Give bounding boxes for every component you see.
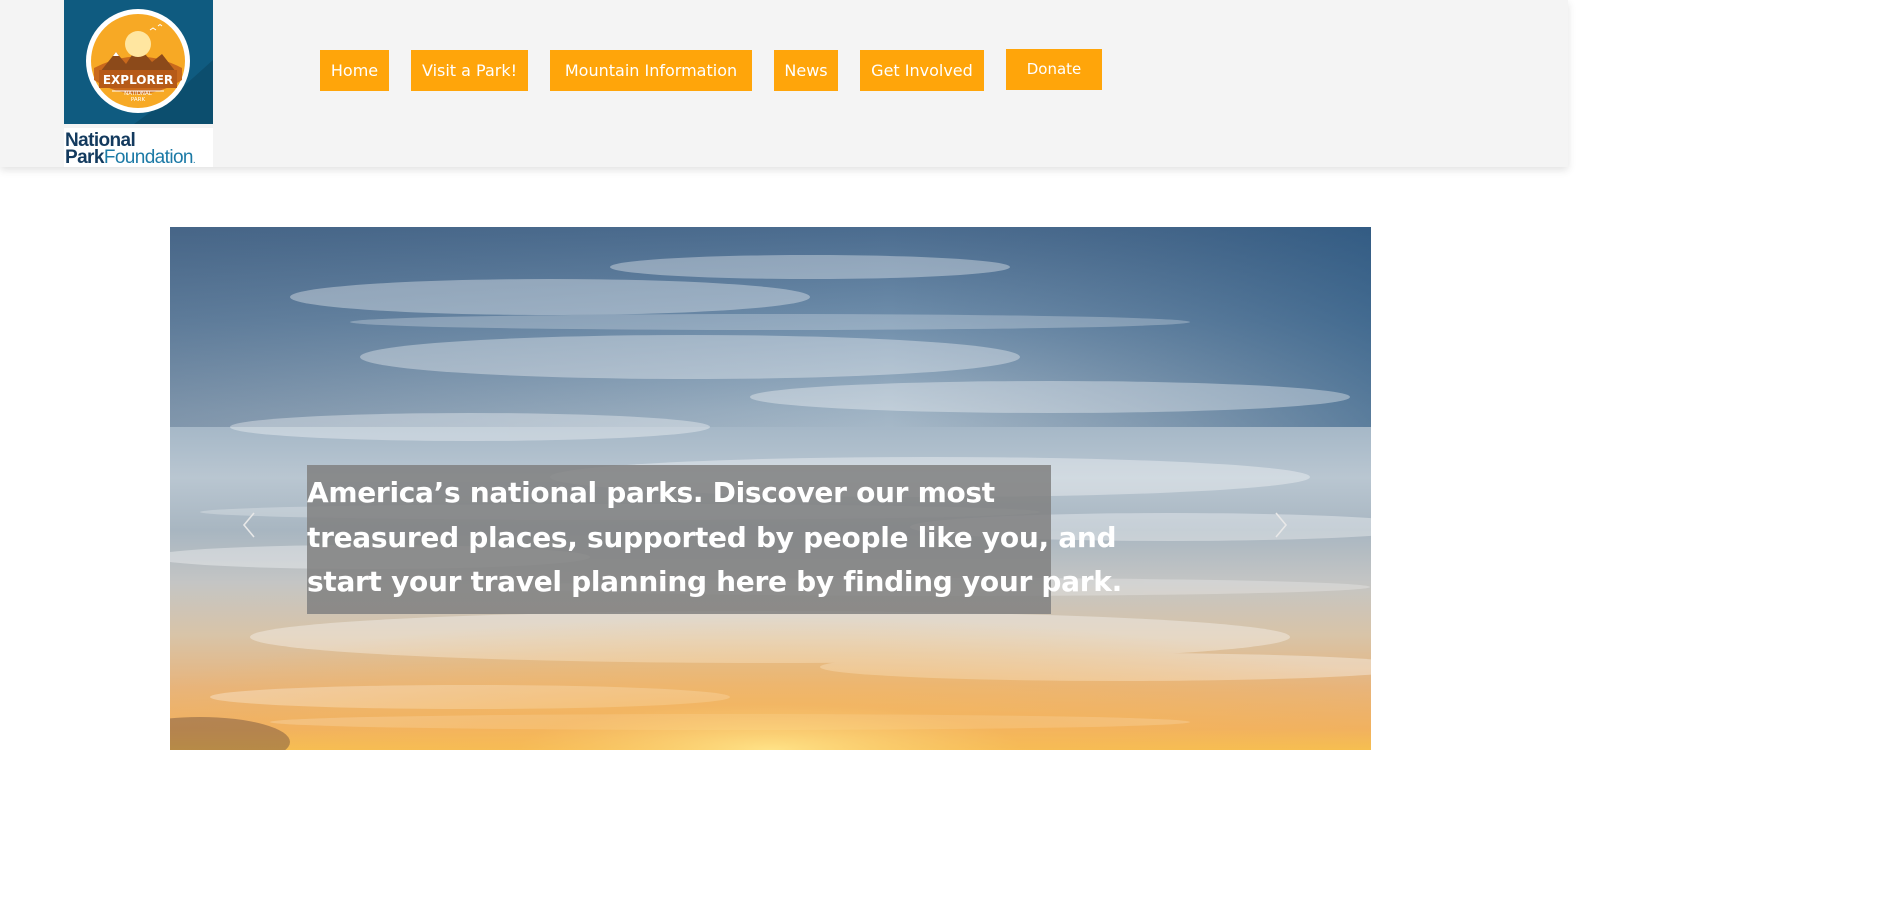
carousel-prev-button[interactable] bbox=[238, 510, 262, 540]
site-header: EXPLORER NATIONAL PARK National ParkFoun… bbox=[0, 0, 1568, 167]
chevron-right-icon bbox=[1275, 512, 1288, 538]
caption-line-1: America’s national parks. Discover our m… bbox=[307, 476, 995, 509]
hero-caption: America’s national parks. Discover our m… bbox=[307, 465, 1122, 614]
wordmark-park: Park bbox=[65, 147, 104, 168]
explorer-badge: EXPLORER NATIONAL PARK bbox=[64, 0, 213, 124]
wordmark-foundation: Foundation bbox=[103, 147, 194, 168]
caption-line-2: treasured places, supported by people li… bbox=[307, 520, 1117, 554]
hero-slideshow: America’s national parks. Discover our m… bbox=[170, 227, 1371, 750]
carousel-next-button[interactable] bbox=[1268, 510, 1292, 540]
badge-title: EXPLORER bbox=[103, 73, 173, 87]
wordmark-dot: . bbox=[192, 155, 196, 166]
logo[interactable]: EXPLORER NATIONAL PARK National ParkFoun… bbox=[64, 0, 213, 167]
nav-get-involved[interactable]: Get Involved bbox=[860, 50, 984, 91]
nav-visit-a-park[interactable]: Visit a Park! bbox=[411, 50, 528, 91]
wordmark-line-2: ParkFoundation. bbox=[65, 147, 196, 170]
foundation-wordmark: National ParkFoundation. bbox=[64, 128, 213, 167]
nav-mountain-information[interactable]: Mountain Information bbox=[550, 50, 752, 91]
chevron-left-icon bbox=[242, 512, 255, 538]
caption-line-3: start your travel planning here by findi… bbox=[307, 565, 1122, 598]
nav-home[interactable]: Home bbox=[320, 50, 389, 91]
nav-news[interactable]: News bbox=[774, 50, 838, 91]
badge-subtitle-2: PARK bbox=[131, 97, 146, 103]
donate-button[interactable]: Donate bbox=[1006, 49, 1102, 90]
